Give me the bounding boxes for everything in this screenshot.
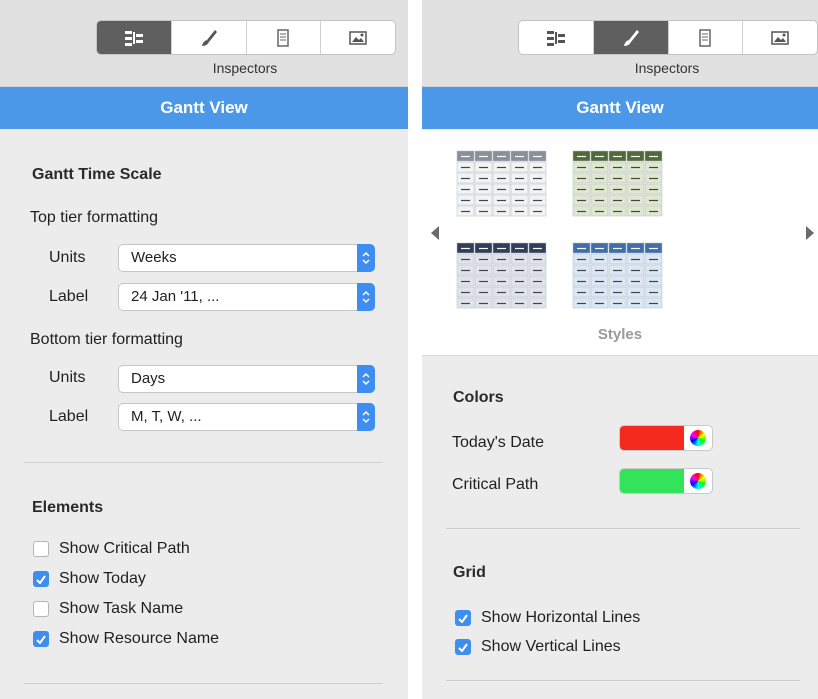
styles-browser: Styles bbox=[422, 130, 818, 356]
tab-style[interactable] bbox=[593, 21, 669, 54]
inspector-toolbar: Inspectors bbox=[0, 0, 408, 87]
tab-document[interactable] bbox=[247, 21, 322, 54]
top-label-value: 24 Jan '11, ... bbox=[131, 288, 220, 305]
chevron-updown-icon bbox=[357, 365, 375, 393]
bottom-units-value: Days bbox=[131, 370, 166, 387]
divider bbox=[24, 683, 383, 684]
tab-canvas[interactable] bbox=[321, 21, 395, 54]
chevron-updown-icon bbox=[357, 283, 375, 311]
critical-path-label: Critical Path bbox=[452, 476, 539, 493]
document-icon bbox=[699, 28, 712, 47]
checkbox-label: Show Horizontal Lines bbox=[481, 609, 641, 626]
checkbox-checked[interactable] bbox=[455, 639, 471, 655]
top-tier-heading: Top tier formatting bbox=[30, 209, 159, 226]
show-critical-path-checkbox[interactable]: Show Critical Path bbox=[33, 540, 190, 558]
tab-document[interactable] bbox=[669, 21, 744, 54]
color-fill bbox=[620, 426, 684, 450]
paintbrush-icon bbox=[623, 29, 639, 46]
gantt-view-title: Gantt View bbox=[422, 87, 818, 129]
show-resource-name-checkbox[interactable]: Show Resource Name bbox=[33, 630, 219, 648]
tab-style[interactable] bbox=[172, 21, 247, 54]
style-thumbnail-gray[interactable] bbox=[456, 150, 548, 218]
todays-date-color-well[interactable] bbox=[619, 425, 713, 451]
gantt-view-title: Gantt View bbox=[0, 87, 408, 129]
style-thumbnail-navy[interactable] bbox=[456, 242, 548, 310]
divider bbox=[446, 680, 800, 681]
tab-view[interactable] bbox=[519, 21, 594, 54]
chevron-updown-icon bbox=[357, 403, 375, 431]
checkmark-icon bbox=[36, 574, 46, 584]
divider bbox=[446, 528, 800, 529]
bottom-label-popup[interactable]: M, T, W, ... bbox=[118, 403, 375, 431]
color-wheel-icon[interactable] bbox=[690, 430, 706, 446]
inspector-tab-bar bbox=[518, 20, 818, 55]
image-icon bbox=[771, 30, 789, 45]
inspectors-label: Inspectors bbox=[634, 60, 700, 76]
show-vertical-lines-checkbox[interactable]: Show Vertical Lines bbox=[455, 638, 621, 656]
grid-heading: Grid bbox=[453, 564, 486, 581]
checkbox-label: Show Resource Name bbox=[59, 630, 220, 647]
inspector-panel-left: Inspectors Gantt View Gantt Time Scale T… bbox=[0, 0, 408, 699]
top-label-label: Label bbox=[49, 288, 89, 305]
styles-caption: Styles bbox=[597, 326, 643, 343]
inspectors-label: Inspectors bbox=[212, 60, 278, 76]
arrow-left-icon[interactable] bbox=[430, 225, 440, 241]
tab-canvas[interactable] bbox=[743, 21, 817, 54]
checkbox-checked[interactable] bbox=[455, 610, 471, 626]
elements-heading: Elements bbox=[32, 499, 104, 516]
top-units-value: Weeks bbox=[131, 249, 177, 266]
bottom-label-value: M, T, W, ... bbox=[131, 408, 202, 425]
view-structure-icon bbox=[124, 30, 143, 46]
style-thumbnail-blue[interactable] bbox=[572, 242, 664, 310]
checkmark-icon bbox=[458, 613, 468, 623]
view-structure-icon bbox=[546, 30, 565, 46]
checkbox[interactable] bbox=[33, 541, 49, 557]
top-label-popup[interactable]: 24 Jan '11, ... bbox=[118, 283, 375, 311]
bottom-units-label: Units bbox=[49, 369, 86, 386]
inspector-panel-right: Inspectors Gantt View Styles Colors Toda… bbox=[422, 0, 818, 699]
top-units-label: Units bbox=[49, 249, 86, 266]
checkbox-label: Show Task Name bbox=[59, 600, 184, 617]
style-thumbnail-green[interactable] bbox=[572, 150, 664, 218]
color-fill bbox=[620, 469, 684, 493]
checkbox-label: Show Today bbox=[59, 570, 146, 587]
inspector-tab-bar bbox=[96, 20, 396, 55]
show-horizontal-lines-checkbox[interactable]: Show Horizontal Lines bbox=[455, 609, 640, 627]
checkbox[interactable] bbox=[33, 601, 49, 617]
image-icon bbox=[349, 30, 367, 45]
checkmark-icon bbox=[458, 642, 468, 652]
time-scale-heading: Gantt Time Scale bbox=[32, 166, 162, 183]
critical-path-color-well[interactable] bbox=[619, 468, 713, 494]
checkbox-checked[interactable] bbox=[33, 631, 49, 647]
bottom-label-label: Label bbox=[49, 408, 89, 425]
chevron-updown-icon bbox=[357, 244, 375, 272]
document-icon bbox=[277, 28, 290, 47]
colors-heading: Colors bbox=[453, 389, 504, 406]
tab-view[interactable] bbox=[97, 21, 172, 54]
inspector-toolbar: Inspectors bbox=[422, 0, 818, 87]
top-units-popup[interactable]: Weeks bbox=[118, 244, 375, 272]
checkmark-icon bbox=[36, 634, 46, 644]
checkbox-label: Show Vertical Lines bbox=[481, 638, 621, 655]
color-wheel-icon[interactable] bbox=[690, 473, 706, 489]
show-task-name-checkbox[interactable]: Show Task Name bbox=[33, 600, 183, 618]
todays-date-label: Today's Date bbox=[452, 434, 544, 451]
show-today-checkbox[interactable]: Show Today bbox=[33, 570, 146, 588]
bottom-units-popup[interactable]: Days bbox=[118, 365, 375, 393]
checkbox-label: Show Critical Path bbox=[59, 540, 190, 557]
paintbrush-icon bbox=[201, 29, 217, 46]
divider bbox=[24, 462, 383, 463]
checkbox-checked[interactable] bbox=[33, 571, 49, 587]
bottom-tier-heading: Bottom tier formatting bbox=[30, 331, 183, 348]
arrow-right-icon[interactable] bbox=[805, 225, 815, 241]
